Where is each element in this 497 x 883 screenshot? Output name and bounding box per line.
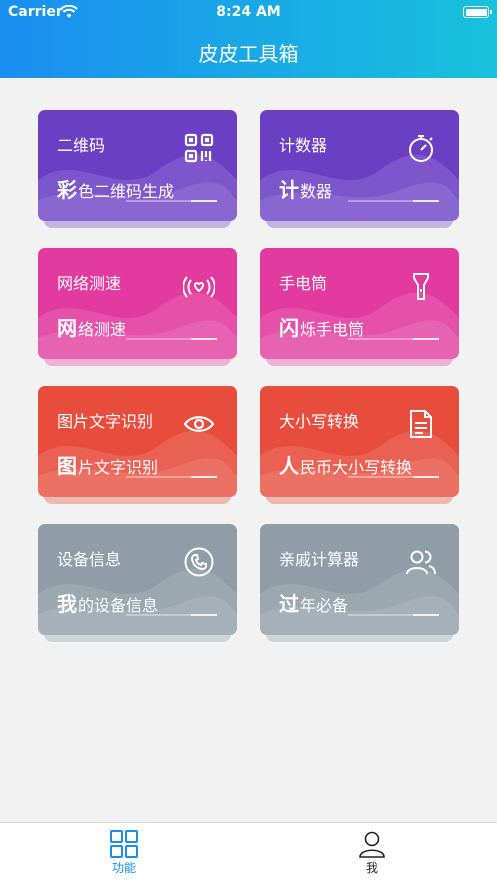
card-subtitle: 人民币大小写转换 <box>279 454 413 478</box>
card-subtitle: 我的设备信息 <box>57 592 159 616</box>
tab-bar: 功能 我 <box>0 822 497 883</box>
header: Carrier 8:24 AM 皮皮工具箱 <box>0 0 497 78</box>
card-subtitle: 闪烁手电筒 <box>279 316 365 340</box>
card-title: 大小写转换 <box>279 412 360 431</box>
card-title: 亲戚计算器 <box>279 550 360 569</box>
phone-icon <box>184 547 214 577</box>
stopwatch-icon <box>409 135 433 162</box>
tab-me[interactable]: 我 <box>332 829 412 876</box>
grid-icon <box>110 830 138 858</box>
flashlight-icon <box>413 273 429 300</box>
qr-code-icon <box>184 133 214 163</box>
tab-home[interactable]: 功能 <box>84 829 164 876</box>
card-ocr[interactable]: 图片文字识别 图片文字识别 <box>38 386 237 504</box>
document-icon <box>410 410 432 438</box>
card-case-convert[interactable]: 大小写转换 人民币大小写转换 <box>260 386 459 504</box>
card-subtitle: 彩色二维码生成 <box>57 178 175 202</box>
card-title: 图片文字识别 <box>57 412 154 431</box>
card-subtitle: 计数器 <box>279 178 333 202</box>
card-flashlight[interactable]: 手电筒 闪烁手电筒 <box>260 248 459 366</box>
card-title: 二维码 <box>57 136 106 155</box>
status-bar: Carrier 8:24 AM <box>0 0 497 26</box>
card-device-info[interactable]: 设备信息 我的设备信息 <box>38 524 237 642</box>
people-icon <box>406 550 436 575</box>
card-qr-code[interactable]: 二维码 彩色二维码生成 <box>38 110 237 228</box>
card-subtitle: 网络测速 <box>57 316 127 340</box>
battery-icon <box>463 6 492 18</box>
user-icon <box>359 831 385 858</box>
tab-me-label: 我 <box>365 861 378 875</box>
card-subtitle: 图片文字识别 <box>57 454 159 478</box>
card-counter[interactable]: 计数器 计数器 <box>260 110 459 228</box>
card-title: 计数器 <box>279 136 328 155</box>
status-time: 8:24 AM <box>216 4 281 20</box>
signal-heart-icon <box>183 276 215 298</box>
eye-icon <box>183 416 215 432</box>
card-subtitle: 过年必备 <box>279 592 349 616</box>
card-relative-calculator[interactable]: 亲戚计算器 过年必备 <box>260 524 459 642</box>
card-title: 手电筒 <box>279 274 328 293</box>
card-title: 设备信息 <box>57 550 122 569</box>
page-title: 皮皮工具箱 <box>198 42 299 66</box>
card-speed-test[interactable]: 网络测速 网络测速 <box>38 248 237 366</box>
card-title: 网络测速 <box>57 274 122 293</box>
tab-home-label: 功能 <box>111 861 136 875</box>
